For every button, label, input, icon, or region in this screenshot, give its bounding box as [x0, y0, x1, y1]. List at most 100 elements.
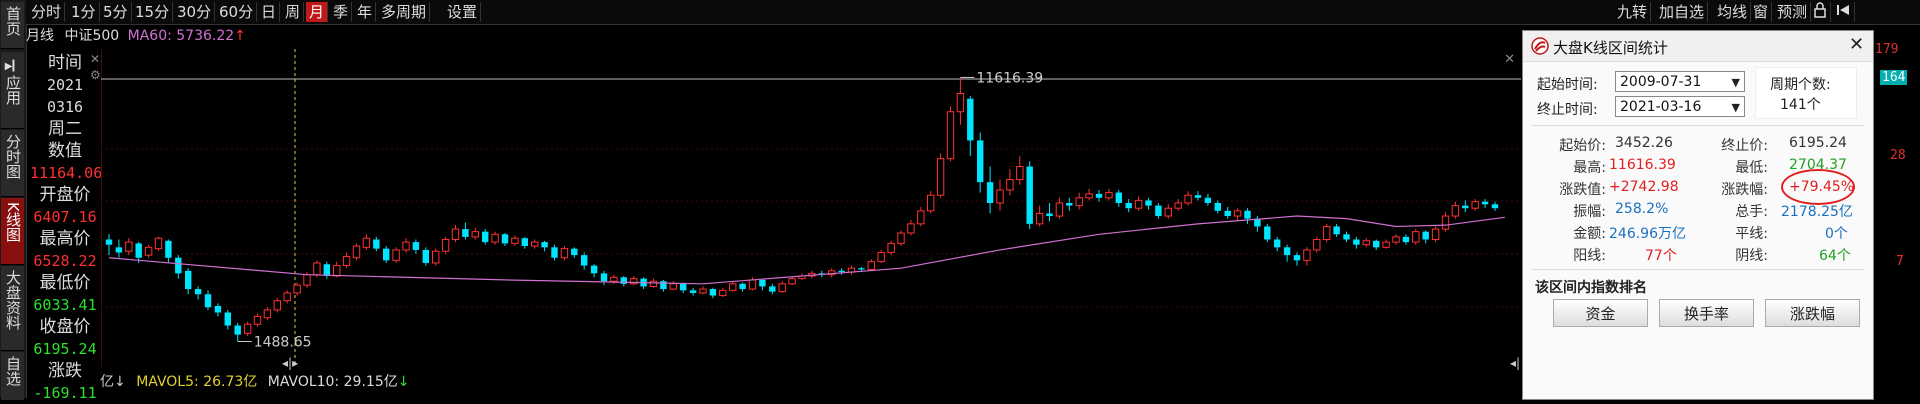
rank-by-change-button[interactable]: 涨跌幅	[1765, 299, 1860, 327]
divider	[1531, 125, 1865, 126]
period-tab-1min[interactable]: 1分	[68, 2, 100, 22]
nav-apps[interactable]: ▶▎ 应用	[1, 52, 24, 129]
dialog-close-icon[interactable]: ✕	[1849, 34, 1864, 55]
right-axis-label-1: 179	[1875, 42, 1899, 57]
high-value: 6528.22	[33, 252, 97, 270]
period-tab-week[interactable]: 周	[282, 2, 305, 22]
rank-by-turnover-button[interactable]: 换手率	[1659, 299, 1754, 327]
start-price-value: 3452.26	[1615, 135, 1673, 151]
period-tab-month[interactable]: 月	[306, 2, 329, 22]
window-button[interactable]: 窗	[1750, 2, 1773, 22]
period-tab-quarter[interactable]: 季	[330, 2, 353, 22]
period-tab-intraday[interactable]: 分时	[28, 2, 66, 22]
candle	[946, 106, 955, 162]
candle	[243, 321, 252, 336]
nav-watchlist-label: 自选	[4, 356, 22, 386]
start-price-label: 起始价:	[1559, 138, 1606, 154]
max-price-label: 11616.39	[976, 70, 1043, 86]
left-navigation: 首页 ▶▎ 应用 分时图 K线图 大盘资料 自选	[0, 0, 27, 401]
nav-home[interactable]: 首页	[1, 2, 24, 49]
back-to-start-icon[interactable]	[1832, 2, 1855, 22]
kline-chart[interactable]: 11616.39 1488.65 ✕ ✕	[101, 49, 1521, 367]
scroll-handle-right[interactable]: ◂|	[1510, 356, 1520, 370]
yin-value: 64个	[1819, 248, 1851, 264]
ma-button[interactable]: 均线	[1714, 2, 1752, 22]
right-axis-label-4: 7	[1896, 254, 1904, 269]
candle	[352, 243, 361, 261]
period-tab-30min[interactable]: 30分	[174, 2, 216, 22]
volume-label: 总手:	[1735, 204, 1768, 220]
forecast-button[interactable]: 预测	[1774, 2, 1812, 22]
date-value: 0316	[46, 98, 84, 116]
yang-label: 阳线:	[1573, 248, 1606, 264]
start-time-label: 起始时间:	[1537, 77, 1598, 93]
nav-kline[interactable]: K线图	[1, 198, 24, 265]
nav-apps-label: 应用	[4, 75, 22, 105]
change-label: 涨跌	[48, 361, 82, 381]
end-time-value: 2021-03-16	[1620, 99, 1702, 115]
high-label: 最高:	[1573, 160, 1606, 176]
start-time-value: 2009-07-31	[1620, 74, 1702, 90]
open-label: 开盘价	[39, 185, 91, 205]
candle	[273, 298, 282, 313]
ranking-label: 该区间内指数排名	[1535, 280, 1647, 296]
nav-watchlist[interactable]: 自选	[1, 352, 24, 401]
chart-small-close-icon[interactable]: ✕	[101, 52, 103, 66]
amplitude-label: 振幅:	[1573, 204, 1606, 220]
settings-button[interactable]: 设置	[444, 2, 482, 22]
amplitude-value: 258.2%	[1615, 201, 1669, 217]
nav-market-data[interactable]: 大盘资料	[1, 266, 24, 351]
flat-label: 平线:	[1735, 226, 1768, 242]
period-tab-60min[interactable]: 60分	[216, 2, 258, 22]
rank-by-funds-button[interactable]: 资金	[1553, 299, 1648, 327]
jiuzhuan-button[interactable]: 九转	[1614, 2, 1652, 22]
nav-kline-label: K线图	[4, 202, 22, 242]
end-price-label: 终止价:	[1721, 138, 1768, 154]
nav-home-label: 首页	[4, 6, 22, 36]
change-value: -169.11	[33, 384, 97, 402]
candle	[441, 236, 450, 254]
chart-close-icon[interactable]: ✕	[1504, 52, 1515, 67]
amount-value: 246.96万亿	[1609, 226, 1686, 242]
nav-intraday[interactable]: 分时图	[1, 130, 24, 197]
period-tab-5min[interactable]: 5分	[100, 2, 132, 22]
nav-intraday-label: 分时图	[4, 134, 22, 179]
dialog-title-bar: 大盘K线区间统计 ✕	[1523, 31, 1873, 62]
volume-value: 2178.25亿	[1781, 204, 1853, 220]
min-price-label: 1488.65	[254, 334, 312, 350]
start-time-select[interactable]: 2009-07-31 ▼	[1615, 71, 1745, 92]
period-tab-multi[interactable]: 多周期	[378, 2, 431, 22]
scroll-handle-left[interactable]: ◂|▸	[282, 356, 298, 370]
period-tab-day[interactable]: 日	[258, 2, 281, 22]
candle	[1431, 226, 1440, 243]
period-tab-15min[interactable]: 15分	[132, 2, 174, 22]
gear-icon[interactable]: ⚙	[90, 68, 101, 82]
nav-apps-icon: ▶▎	[4, 61, 21, 72]
close-label: 收盘价	[39, 317, 91, 337]
high-value: 11616.39	[1609, 157, 1676, 173]
flat-value: 0个	[1825, 226, 1848, 242]
candle	[432, 248, 440, 266]
panel-close-icon[interactable]: ✕	[90, 52, 100, 66]
weekday-value: 周二	[48, 119, 82, 139]
candle	[887, 240, 895, 256]
ma60-value: MA60: 5736.22	[127, 28, 235, 44]
candle	[1264, 223, 1271, 243]
mavol5-value: 26.73亿	[203, 374, 258, 390]
close-value: 6195.24	[33, 340, 97, 358]
end-time-select[interactable]: 2021-03-16 ▼	[1615, 96, 1745, 117]
low-label: 最低价	[39, 273, 91, 293]
candle	[936, 153, 945, 198]
volume-unit: 亿↓	[100, 374, 126, 390]
period-tab-year[interactable]: 年	[354, 2, 377, 22]
lock-icon[interactable]	[1810, 2, 1831, 22]
chart-info-row: 月线 中证500 MA60: 5736.22↑	[26, 25, 246, 47]
candle	[1412, 229, 1420, 245]
period-count-label: 周期个数:	[1770, 77, 1831, 93]
yin-label: 阴线:	[1735, 248, 1768, 264]
mavol10-value: 29.15亿	[343, 374, 398, 390]
add-watchlist-button[interactable]: 加自选	[1656, 2, 1709, 22]
low-label: 最低:	[1735, 160, 1768, 176]
candle	[1313, 236, 1321, 253]
chevron-down-icon: ▼	[1731, 76, 1740, 89]
